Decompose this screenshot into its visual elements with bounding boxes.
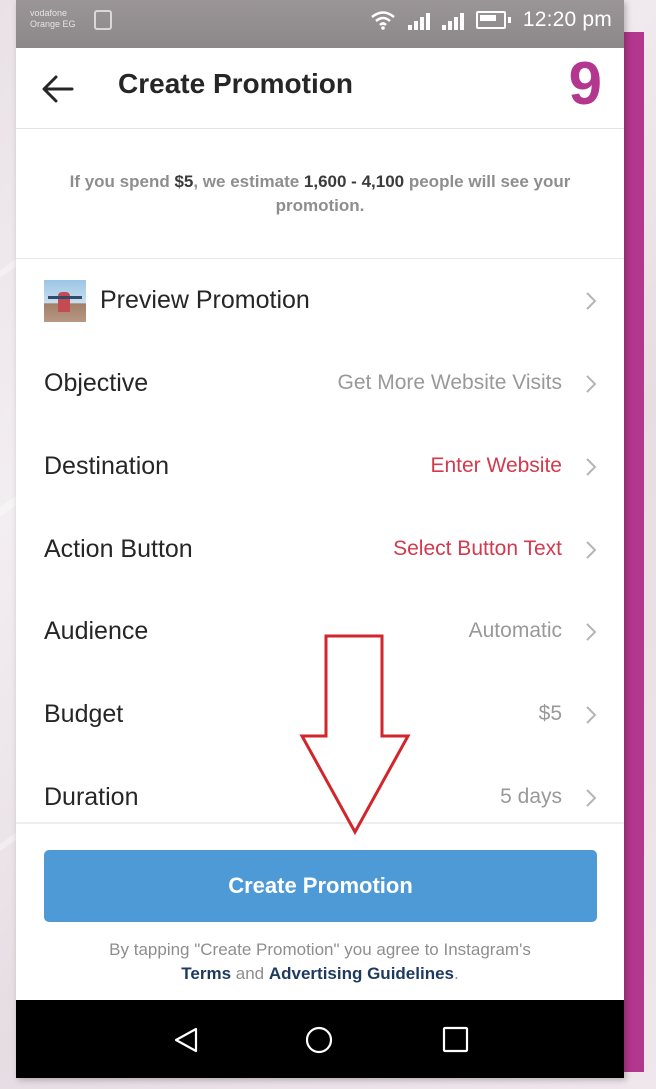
row-value: $5 <box>538 702 562 725</box>
battery-icon <box>475 11 506 29</box>
legal-text: and <box>231 964 269 983</box>
row-label: Destination <box>44 452 170 480</box>
audience-row[interactable]: Audience Automatic <box>16 591 624 673</box>
destination-row[interactable]: Destination Enter Website <box>16 426 624 508</box>
signal-icon <box>407 10 430 30</box>
row-value: Get More Website Visits <box>337 371 562 394</box>
duration-row[interactable]: Duration 5 days <box>16 757 624 839</box>
wifi-icon <box>371 11 395 30</box>
app-header: Create Promotion 9 <box>16 48 624 129</box>
chevron-right-icon <box>586 458 597 476</box>
row-value: Enter Website <box>430 454 562 477</box>
chevron-right-icon <box>586 375 597 393</box>
terms-link[interactable]: Terms <box>181 964 231 983</box>
status-bar: vodafone Orange EG 12:20 pm <box>16 0 624 48</box>
battery-tip <box>507 17 511 23</box>
row-value: 5 days <box>500 785 562 808</box>
clock: 12:20 pm <box>522 8 612 31</box>
chevron-right-icon <box>586 706 597 724</box>
android-nav-bar <box>16 1000 624 1078</box>
estimate-text: , we estimate <box>193 172 304 191</box>
row-label: Preview Promotion <box>100 286 310 314</box>
row-label: Duration <box>44 783 139 811</box>
divider <box>16 258 624 259</box>
post-thumbnail <box>44 280 86 322</box>
carrier-info: vodafone Orange EG <box>30 8 76 30</box>
divider <box>16 822 624 824</box>
circle-home-icon[interactable] <box>304 1026 334 1056</box>
chevron-right-icon <box>586 292 597 310</box>
row-label: Audience <box>44 617 149 645</box>
advertising-guidelines-link[interactable]: Advertising Guidelines <box>269 964 454 983</box>
legal-text: . <box>454 964 459 983</box>
signal-icon <box>441 10 464 30</box>
chevron-right-icon <box>586 623 597 641</box>
magenta-accent-bar <box>624 32 644 1072</box>
reach-estimate: If you spend $5, we estimate 1,600 - 4,1… <box>46 170 594 218</box>
preview-promotion-row[interactable]: Preview Promotion <box>16 260 624 342</box>
row-value: Automatic <box>468 619 562 642</box>
estimate-text: If you spend <box>69 172 175 191</box>
page-title: Create Promotion <box>118 68 353 99</box>
carrier-name: vodafone <box>30 8 68 18</box>
square-recents-icon[interactable] <box>442 1026 470 1054</box>
phone-screen: vodafone Orange EG 12:20 pm Create Promo… <box>16 0 624 1078</box>
row-label: Budget <box>44 700 124 728</box>
chevron-right-icon <box>586 541 597 559</box>
step-number-badge: 9 <box>568 50 602 117</box>
triangle-back-icon[interactable] <box>172 1026 200 1054</box>
legal-notice: By tapping "Create Promotion" you agree … <box>36 938 604 986</box>
carrier-name-secondary: Orange EG <box>30 19 76 29</box>
sim-icon <box>94 10 112 30</box>
row-value: Select Button Text <box>393 537 562 560</box>
objective-row[interactable]: Objective Get More Website Visits <box>16 343 624 425</box>
action-button-row[interactable]: Action Button Select Button Text <box>16 509 624 591</box>
estimate-range: 1,600 - 4,100 <box>303 172 405 191</box>
back-arrow-icon[interactable] <box>40 72 74 106</box>
estimate-spend: $5 <box>174 172 194 191</box>
legal-text: By tapping "Create Promotion" you agree … <box>109 940 531 959</box>
status-icons: 12:20 pm <box>370 8 612 32</box>
budget-row[interactable]: Budget $5 <box>16 674 624 756</box>
row-label: Objective <box>44 369 149 397</box>
create-promotion-button[interactable]: Create Promotion <box>44 850 597 922</box>
chevron-right-icon <box>586 789 597 807</box>
row-label: Action Button <box>44 535 193 563</box>
